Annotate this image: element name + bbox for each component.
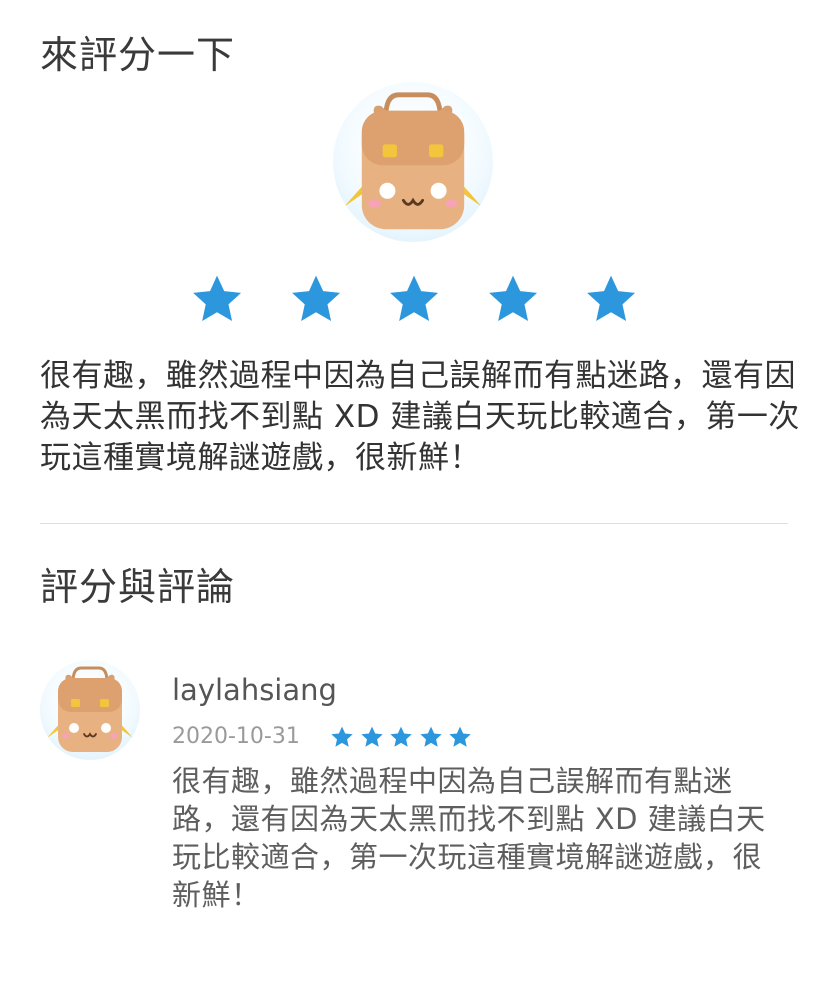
backpack-mascot-icon [333,82,493,242]
star-icon [448,725,472,749]
star-icon[interactable] [190,272,244,326]
review-date: 2020-10-31 [172,724,300,749]
star-icon[interactable] [486,272,540,326]
rating-page: 來評分一下 很有趣，雖然過程中因為自己誤解而有點迷路，還有因為天太黑而找不到點 … [0,0,828,992]
star-icon[interactable] [289,272,343,326]
star-icon [389,725,413,749]
backpack-mascot-icon [40,660,140,760]
star-icon[interactable] [387,272,441,326]
my-review-text[interactable]: 很有趣，雖然過程中因為自己誤解而有點迷路，還有因為天太黑而找不到點 XD 建議白… [40,356,800,479]
review-text: 很有趣，雖然過程中因為自己誤解而有點迷路，還有因為天太黑而找不到點 XD 建議白… [172,764,766,912]
reviewer-username: laylahsiang [172,673,337,707]
star-icon [419,725,443,749]
reviews-section-title: 評分與評論 [40,565,236,609]
star-icon [330,725,354,749]
star-icon [360,725,384,749]
star-icon[interactable] [584,272,638,326]
rate-section-title: 來評分一下 [40,33,236,77]
rating-stars-input[interactable] [190,272,638,326]
review-rating-stars [330,725,472,749]
divider [40,523,788,524]
